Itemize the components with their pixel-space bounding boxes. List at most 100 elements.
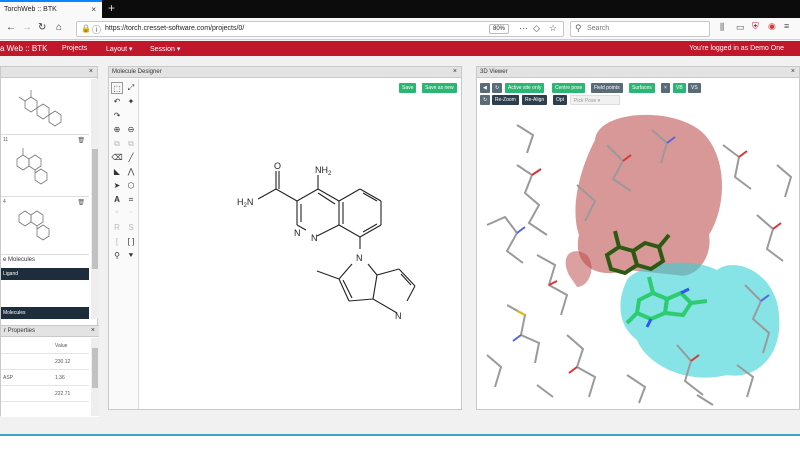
molecules-row[interactable]: Molecules: [1, 307, 89, 319]
bracket-icon[interactable]: [: [111, 236, 123, 248]
charge-minus-icon[interactable]: ⁻: [125, 208, 137, 220]
reset-icon[interactable]: ↻: [492, 83, 503, 93]
sgroup-icon[interactable]: S: [125, 222, 137, 234]
pick-pose-label: Pick Pose: [574, 98, 597, 104]
ellipsis-icon[interactable]: ⋯: [519, 23, 528, 34]
scrollbar[interactable]: [91, 338, 99, 416]
tool-palette: ⬚ ⤢ ↶ ✦ ↷ ⊕ ⊖ ⧉ ⧉ ⌫ ╱ ◣ ⋀ ➤ ⬡ A ⌗ ⁺ ⁻ R …: [109, 79, 139, 409]
redo-icon[interactable]: ↷: [111, 110, 123, 122]
sidebar-icon[interactable]: ▭: [736, 22, 745, 33]
new-tab-button[interactable]: +: [108, 1, 115, 15]
scrollbar[interactable]: [91, 79, 99, 319]
realign-button[interactable]: Re-Align: [522, 95, 548, 105]
app-title[interactable]: a Web :: BTK: [0, 44, 47, 53]
tab-title: TorchWeb :: BTK: [4, 6, 57, 13]
close-icon[interactable]: ×: [661, 83, 670, 93]
copy-icon[interactable]: ⧉: [111, 138, 123, 150]
molecule-canvas[interactable]: NH2 O H2N N N N N: [139, 79, 461, 409]
attachment-icon[interactable]: ⚲: [111, 250, 123, 262]
3d-scene[interactable]: [477, 105, 799, 409]
field-points-button[interactable]: Field points: [591, 83, 623, 93]
scrollbar-thumb[interactable]: [92, 149, 98, 269]
molecule-list-panel: × 11 🗑 4 🗑 e Molecules Ligand Molecules …: [0, 66, 99, 417]
atom-tool-icon[interactable]: A: [111, 194, 123, 206]
active-site-button[interactable]: Active site only: [505, 83, 545, 93]
vb-button[interactable]: VB: [673, 83, 686, 93]
close-icon[interactable]: ×: [791, 68, 795, 75]
pin-icon[interactable]: ⯆: [125, 250, 137, 262]
rgroup-icon[interactable]: R: [111, 222, 123, 234]
back-icon[interactable]: ←: [6, 22, 16, 33]
centre-pose-button[interactable]: Centre pose: [552, 83, 586, 93]
single-bond-icon[interactable]: ╱: [125, 152, 137, 164]
molecule-thumbnail[interactable]: 11 🗑: [1, 135, 89, 197]
info-icon[interactable]: ⓘ: [92, 23, 101, 36]
atom-label-n: N: [294, 228, 301, 238]
surfaces-button[interactable]: Surfaces: [629, 83, 655, 93]
lock-icon: 🔒: [81, 24, 91, 33]
clean-icon[interactable]: ✦: [125, 96, 137, 108]
close-icon[interactable]: ×: [91, 327, 95, 334]
rezoom-button[interactable]: Re-Zoom: [492, 95, 519, 105]
3d-viewer-panel: 3D Viewer × ◀ ↻ Active site only Centre …: [476, 66, 800, 410]
paste-icon[interactable]: ⧉: [125, 138, 137, 150]
3d-scene-drawing: [486, 114, 793, 406]
forward-icon[interactable]: →: [22, 22, 32, 33]
select-tool-icon[interactable]: ⬚: [111, 82, 123, 94]
row-label: Ligand: [3, 271, 19, 277]
ring-icon[interactable]: ⬡: [125, 180, 137, 192]
reload-icon[interactable]: ↻: [38, 22, 46, 33]
back-icon[interactable]: ◀: [480, 83, 490, 93]
menu-layout[interactable]: Layout ▾: [106, 45, 132, 53]
atom-labels: NH2 O H2N N N N N: [237, 161, 402, 321]
template-icon[interactable]: ⌗: [125, 194, 137, 206]
panel-header: Molecule Designer ×: [109, 67, 461, 78]
table-row: 222.71: [1, 386, 89, 402]
zoom-level[interactable]: 80%: [489, 24, 510, 34]
home-icon[interactable]: ⌂: [56, 22, 62, 33]
scrollbar-thumb[interactable]: [92, 348, 98, 388]
atom-label-n: N: [395, 311, 402, 321]
taskbar: [0, 434, 800, 450]
browser-tab[interactable]: TorchWeb :: BTK ×: [0, 0, 102, 18]
close-icon[interactable]: ×: [91, 5, 96, 14]
arrow-icon[interactable]: ➤: [111, 180, 123, 192]
url-bar[interactable]: 🔒 ⓘ https://torch.cresset-software.com/p…: [76, 21, 564, 37]
property-value: 1.36: [55, 375, 65, 381]
bookmark-star-icon[interactable]: ☆: [549, 23, 557, 34]
atom-label-o: O: [274, 161, 281, 171]
zoom-out-icon[interactable]: ⊖: [125, 124, 137, 136]
brackets-icon[interactable]: [ ]: [125, 236, 137, 248]
properties-title: r Properties: [4, 328, 36, 334]
zoom-in-icon[interactable]: ⊕: [111, 124, 123, 136]
menu-icon[interactable]: ≡: [784, 21, 789, 31]
library-icon[interactable]: ⫼: [720, 22, 724, 33]
property-label: ASP: [3, 375, 14, 381]
pick-pose-select[interactable]: Pick Pose ▾: [570, 95, 620, 105]
trash-icon[interactable]: 🗑: [77, 199, 85, 206]
eraser-icon[interactable]: ⌫: [111, 152, 123, 164]
chain-icon[interactable]: ⋀: [125, 166, 137, 178]
table-row: Value: [1, 338, 89, 354]
molecule-thumbnail[interactable]: 4 🗑: [1, 197, 89, 255]
trash-icon[interactable]: 🗑: [77, 137, 85, 144]
molecule-thumbnail[interactable]: [1, 79, 89, 135]
opt-button[interactable]: Opt: [553, 95, 568, 105]
close-icon[interactable]: ×: [453, 68, 457, 75]
ligand-row[interactable]: Ligand: [1, 268, 89, 280]
pocket-icon[interactable]: ◇: [533, 23, 540, 34]
wedge-bond-icon[interactable]: ◣: [111, 166, 123, 178]
table-row: ASP 1.36: [1, 370, 89, 386]
menu-session[interactable]: Session ▾: [150, 45, 180, 53]
refresh-icon[interactable]: ↻: [480, 95, 491, 105]
extension-icon[interactable]: ◉: [768, 21, 776, 32]
shield-icon[interactable]: ⛨: [752, 21, 759, 32]
undo-icon[interactable]: ↶: [111, 96, 123, 108]
close-icon[interactable]: ×: [89, 68, 93, 75]
vs-button[interactable]: VS: [688, 83, 701, 93]
search-placeholder: Search: [587, 25, 610, 32]
fit-icon[interactable]: ⤢: [125, 82, 137, 94]
search-input[interactable]: ⚲ Search: [570, 21, 710, 37]
charge-plus-icon[interactable]: ⁺: [111, 208, 123, 220]
menu-projects[interactable]: Projects: [62, 45, 87, 52]
